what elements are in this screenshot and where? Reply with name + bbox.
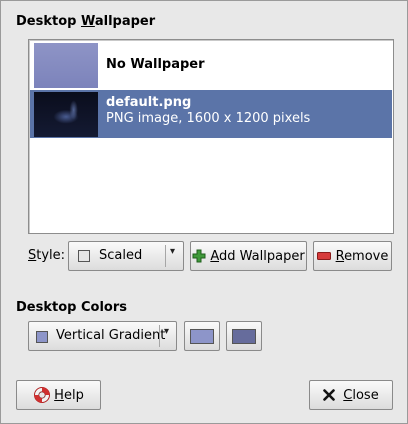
secondary-color-button[interactable]	[226, 321, 262, 351]
primary-color-button[interactable]	[184, 321, 220, 351]
wallpaper-section-title: Desktop Wallpaper	[16, 14, 155, 29]
wallpaper-name: No Wallpaper	[106, 57, 205, 72]
add-label: dd Wallpaper	[219, 248, 305, 264]
close-icon	[323, 389, 336, 401]
section-title-prefix: Desktop	[16, 14, 81, 29]
primary-color-swatch	[190, 328, 214, 344]
frame-icon	[78, 250, 90, 262]
close-mnemonic: C	[343, 387, 353, 403]
remove-button[interactable]: Remove	[313, 241, 392, 271]
gradient-combo[interactable]: Vertical Gradient ▾	[28, 321, 177, 351]
list-item[interactable]: default.png PNG image, 1600 x 1200 pixel…	[30, 90, 392, 138]
combo-separator	[165, 245, 166, 267]
help-mnemonic: H	[54, 387, 64, 403]
wallpaper-thumbnail	[34, 43, 98, 88]
close-button[interactable]: Close	[309, 380, 393, 410]
gradient-swatch	[36, 331, 48, 343]
style-value: Scaled	[99, 248, 143, 263]
add-mnemonic: A	[210, 248, 219, 264]
style-label: Style:	[28, 248, 65, 263]
close-label: lose	[352, 387, 379, 403]
wallpaper-description: PNG image, 1600 x 1200 pixels	[106, 111, 311, 126]
minus-icon	[316, 252, 331, 260]
gradient-value: Vertical Gradient	[56, 328, 166, 343]
wallpaper-thumbnail	[34, 92, 98, 137]
list-item[interactable]: No Wallpaper	[30, 41, 392, 89]
combo-separator	[159, 325, 160, 347]
remove-mnemonic: R	[335, 248, 345, 264]
chevron-down-icon[interactable]: ▾	[170, 246, 175, 257]
section-title-suffix: allpaper	[94, 14, 156, 29]
lifebuoy-icon	[34, 387, 51, 403]
wallpaper-list[interactable]: No Wallpaper default.png PNG image, 1600…	[28, 39, 394, 234]
remove-label: emove	[344, 248, 389, 264]
chevron-down-icon[interactable]: ▾	[164, 326, 169, 337]
help-label: elp	[63, 387, 84, 403]
secondary-color-swatch	[232, 328, 256, 344]
section-title-mnemonic: W	[80, 14, 95, 29]
style-combo[interactable]: Scaled ▾	[68, 241, 184, 271]
colors-section-title: Desktop Colors	[16, 300, 127, 315]
wallpaper-name: default.png	[106, 95, 192, 110]
help-button[interactable]: Help	[16, 380, 101, 410]
wallpaper-dialog: Desktop Wallpaper No Wallpaper default.p…	[0, 0, 408, 424]
style-label-rest: tyle:	[36, 248, 66, 263]
plus-icon	[192, 249, 206, 263]
add-wallpaper-button[interactable]: Add Wallpaper	[190, 241, 307, 271]
